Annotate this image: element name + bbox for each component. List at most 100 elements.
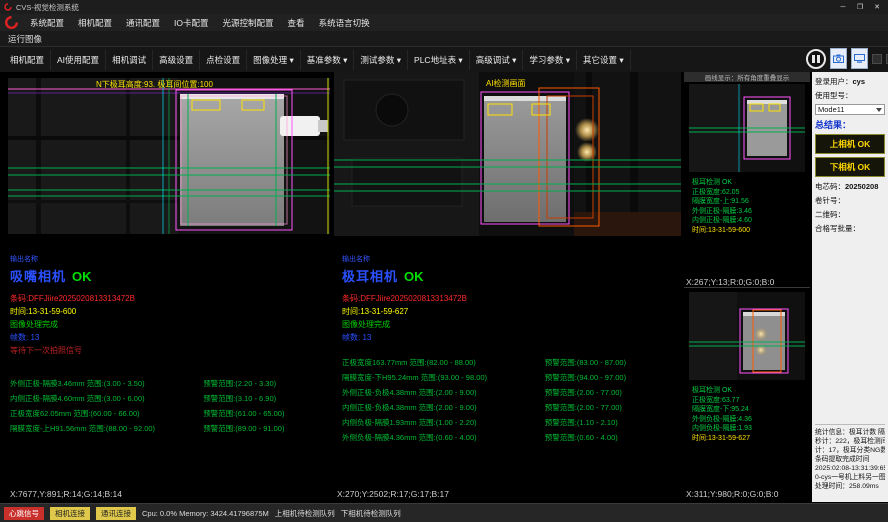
measure-cell: 外侧负极-隔膜4.36mm 范围:(0.60 - 4.00) — [342, 432, 545, 443]
app-window: CVS-视觉检测系统 ─ ❐ ✕ 系统配置 相机配置 通讯配置 IO卡配置 光源… — [0, 0, 888, 522]
left-camera-view[interactable]: N下极耳高度:93. 极耳间位置:100 — [8, 78, 330, 234]
preview-line: 正极宽度:62.05 — [692, 188, 810, 198]
stats-line: 条码提取完成时间 — [815, 455, 885, 464]
stats-line: 0-cys一号机上料另一图像 — [815, 473, 885, 482]
warn-cell: 预警范围:(0.60 - 4.00) — [545, 432, 680, 443]
measure-cell: 隔膜宽度-上H91.56mm 范围:(88.00 - 92.00) — [10, 423, 203, 434]
sidebar-stats: 统计信息：极耳计数 隔膜计数 秒计：222，极耳检测间隔 计：17，极耳分类NG… — [815, 424, 885, 491]
menu-comm-config[interactable]: 通讯配置 — [119, 14, 167, 31]
mid-camera-view[interactable]: AI检测画面 — [334, 72, 681, 236]
preview-line: 极耳检测 OK — [692, 386, 810, 396]
live-view-button[interactable] — [851, 48, 868, 69]
preview-line: 内侧负极-隔膜:1.93 — [692, 424, 810, 434]
monitor-icon — [854, 54, 865, 63]
left-status-ok: OK — [72, 269, 92, 284]
preview-line: 极耳检测 OK — [692, 178, 810, 188]
tb-advanced-settings[interactable]: 高级设置 — [153, 50, 200, 70]
glow-spot — [575, 118, 599, 142]
mid-camera-title: 极耳相机 — [342, 266, 398, 285]
login-user-label: 登录用户： — [815, 76, 853, 87]
measure-cell: 正极宽度62.05mm 范围:(60.00 - 66.00) — [10, 408, 203, 419]
menu-language[interactable]: 系统语言切换 — [312, 14, 377, 31]
tb-camera-debug[interactable]: 相机调试 — [106, 50, 153, 70]
login-user-value: cys — [853, 77, 866, 86]
total-result-label: 总结果： — [815, 118, 885, 131]
menu-camera-config[interactable]: 相机配置 — [71, 14, 119, 31]
mid-measure-rows: 正极宽度163.77mm 范围:(82.00 - 88.00)预警范围:(83.… — [342, 355, 680, 445]
heartbeat-badge: 心跳信号 — [4, 507, 44, 520]
warn-cell: 预警范围:(89.00 - 91.00) — [203, 423, 332, 434]
stats-line: 2025:02:08-13:31:39:65 — [815, 464, 885, 473]
preview-2-text: 极耳检测 OK 正极宽度:63.77 隔膜宽度-下:95.24 外侧负极-隔膜:… — [692, 386, 810, 443]
minimize-icon[interactable]: ─ — [836, 2, 850, 13]
tb-test-params[interactable]: 测试参数 ▾ — [354, 50, 408, 70]
preview-1-coords: X:267;Y:13;R:0;G:0;B:0 — [686, 277, 774, 287]
run-image-row: 运行图像 — [0, 31, 888, 46]
menu-system-config[interactable]: 系统配置 — [23, 14, 71, 31]
measure-cell: 外侧正极-负极4.38mm 范围:(2.00 - 9.00) — [342, 387, 545, 398]
measure-row: 内侧正极-隔膜4.60mm 范围:(3.00 - 6.00)预警范围:(3.10… — [10, 391, 332, 406]
pause-button[interactable] — [806, 49, 826, 69]
mid-overlay-label: AI检测画面 — [486, 78, 526, 88]
menu-io-config[interactable]: IO卡配置 — [167, 14, 215, 31]
preview-1-view[interactable] — [689, 84, 805, 172]
measure-cell: 内侧负极-隔膜1.93mm 范围:(1.00 - 2.20) — [342, 417, 545, 428]
tb-advanced-debug[interactable]: 高级调试 ▾ — [470, 50, 524, 70]
measure-row: 外侧正极-负极4.38mm 范围:(2.00 - 9.00)预警范围:(2.00… — [342, 385, 680, 400]
tb-spotcheck-settings[interactable]: 点检设置 — [200, 50, 247, 70]
preview-2-view[interactable] — [689, 292, 805, 380]
stats-line: 秒计：222，极耳检测间隔 — [815, 437, 885, 446]
mid-time: 时间:13-31-59-627 — [342, 306, 680, 317]
left-overlay-label: N下极耳高度:93. 极耳间位置:100 — [96, 79, 213, 89]
left-measure-rows: 外侧正极-隔膜3.46mm 范围:(3.00 - 3.50)预警范围:(2.20… — [10, 376, 332, 436]
window-title: CVS-视觉检测系统 — [16, 2, 79, 13]
mid-frame-count: 帧数: 13 — [342, 332, 680, 343]
status-bar: 心跳信号 相机连接 通讯连接 Cpu: 0.0% Memory: 3424.41… — [0, 503, 888, 522]
model-select-value: Mode11 — [818, 105, 845, 114]
close-icon[interactable]: ✕ — [870, 2, 884, 13]
preview-2-coords: X:311;Y:980;R:0;G:0;B:0 — [686, 489, 778, 499]
tb-ai-config[interactable]: AI使用配置 — [51, 50, 106, 70]
measure-cell: 正极宽度163.77mm 范围:(82.00 - 88.00) — [342, 357, 545, 368]
tb-other-settings[interactable]: 其它设置 ▾ — [577, 50, 631, 70]
menu-light-config[interactable]: 光源控制配置 — [216, 14, 281, 31]
app-logo-icon — [4, 3, 12, 11]
tb-plc-address[interactable]: PLC地址表 ▾ — [408, 50, 470, 70]
left-frame-count: 帧数: 13 — [10, 332, 332, 343]
measure-row: 正极宽度62.05mm 范围:(60.00 - 66.00)预警范围:(61.0… — [10, 406, 332, 421]
preview-line: 外侧负极-隔膜:4.36 — [692, 415, 810, 425]
nozzle-connector — [280, 116, 320, 136]
mid-process-status: 图像处理完成 — [342, 319, 680, 330]
measure-row: 正极宽度163.77mm 范围:(82.00 - 88.00)预警范围:(83.… — [342, 355, 680, 370]
warn-cell: 预警范围:(2.20 - 3.30) — [203, 378, 332, 389]
left-workpiece — [180, 94, 284, 226]
preview-line: 时间:13-31-59-627 — [692, 434, 810, 444]
mid-barcode: 条码:DFFJiire2025020813313472B — [342, 293, 680, 304]
tb-image-processing[interactable]: 图像处理 ▾ — [247, 50, 301, 70]
measure-cell: 内侧正极-负极4.38mm 范围:(2.00 - 9.00) — [342, 402, 545, 413]
pause-icon — [812, 55, 815, 63]
tb-camera-config[interactable]: 相机配置 — [4, 50, 51, 70]
left-view-coords: X:7677,Y:891;R:14;G:14;B:14 — [10, 489, 122, 499]
measure-row: 内侧正极-负极4.38mm 范围:(2.00 - 9.00)预警范围:(2.00… — [342, 400, 680, 415]
layout-split-button[interactable] — [872, 54, 882, 64]
preview-1-text: 极耳检测 OK 正极宽度:62.05 隔膜宽度-上:91.56 外侧正极-隔膜:… — [692, 178, 810, 235]
left-barcode: 条码:DFFJiire2025020813313472B — [10, 293, 332, 304]
maximize-icon[interactable]: ❐ — [853, 2, 867, 13]
cell-code-value: 20250208 — [845, 182, 878, 191]
stats-line: 统计信息：极耳计数 隔膜计数 — [815, 428, 885, 437]
preview-line: 正极宽度:63.77 — [692, 396, 810, 406]
tb-baseline-params[interactable]: 基准参数 ▾ — [301, 50, 355, 70]
preview-header-label: 画线显示：所有角度重叠显示 — [705, 72, 790, 82]
model-select[interactable]: Mode11 — [815, 104, 885, 115]
menu-view[interactable]: 查看 — [281, 14, 312, 31]
camera-icon — [833, 54, 844, 63]
output-name-label: 输出名称 — [10, 254, 332, 264]
snapshot-button[interactable] — [830, 48, 847, 69]
preview-line: 内侧正极-隔膜:4.60 — [692, 216, 810, 226]
left-process-status: 图像处理完成 — [10, 319, 332, 330]
preview-line: 隔膜宽度-下:95.24 — [692, 405, 810, 415]
menu-bar: 系统配置 相机配置 通讯配置 IO卡配置 光源控制配置 查看 系统语言切换 — [0, 14, 888, 31]
tb-learning-params[interactable]: 学习参数 ▾ — [523, 50, 577, 70]
warn-cell: 预警范围:(2.00 - 77.00) — [545, 402, 680, 413]
